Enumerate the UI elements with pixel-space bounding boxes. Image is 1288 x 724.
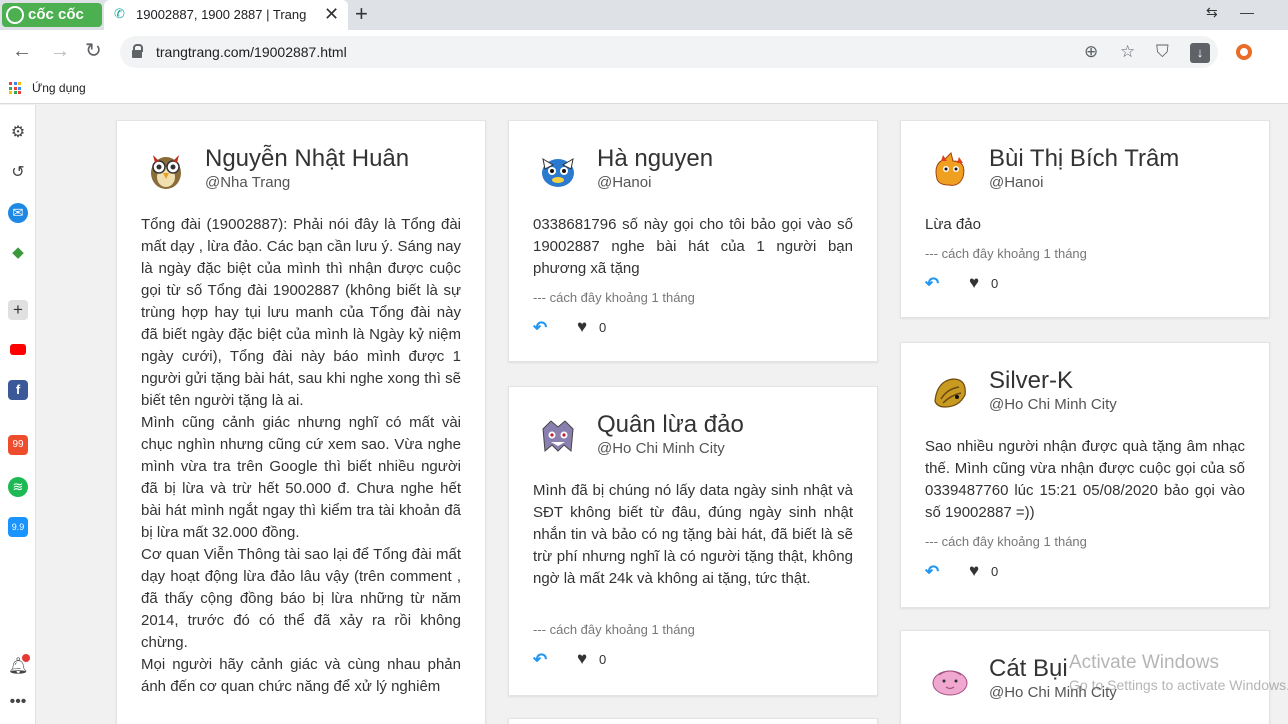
- reply-icon[interactable]: ↶: [925, 275, 939, 293]
- comment-paragraph: Cơ quan Viễn Thông tài sao lại để Tổng đ…: [141, 546, 461, 651]
- coccoc-logo-icon: [6, 6, 24, 24]
- history-icon[interactable]: ↺: [8, 163, 28, 183]
- reply-icon[interactable]: ↶: [533, 319, 547, 337]
- heart-icon[interactable]: ♥: [969, 274, 979, 292]
- comment-time: --- cách đây khoảng 1 tháng: [533, 290, 695, 305]
- notification-bell-icon[interactable]: 🔔︎: [8, 654, 30, 677]
- commenter-name: Quân lừa đảo: [597, 411, 744, 438]
- comment-text: Mình đã bị chúng nó lấy data ngày sinh n…: [533, 482, 853, 587]
- spotify-icon[interactable]: ≋: [8, 477, 28, 497]
- bookmark-star-icon[interactable]: ☆: [1120, 42, 1135, 62]
- activate-windows-hint: Go to Settings to activate Windows.: [1069, 677, 1288, 693]
- commenter-name: Hà nguyen: [597, 145, 714, 172]
- comment-card: [508, 718, 878, 724]
- shield-icon[interactable]: ⛉: [1156, 42, 1169, 62]
- forward-button[interactable]: →: [50, 40, 70, 62]
- tiki-icon[interactable]: 9.9: [8, 517, 28, 537]
- comment-paragraph: Mình cũng cảnh giác nhưng nghĩ có mất và…: [141, 414, 461, 541]
- commenter-location: @Ho Chi Minh City: [989, 396, 1117, 413]
- comment-card: Silver-K @Ho Chi Minh City Sao nhiều ngư…: [900, 342, 1270, 608]
- commenter-location: @Hanoi: [597, 174, 652, 191]
- reply-icon[interactable]: ↶: [925, 563, 939, 581]
- like-count: 0: [991, 276, 999, 291]
- reply-icon[interactable]: ↶: [533, 651, 547, 669]
- comment-paragraph: Mọi người hãy cảnh giác và cùng nhau phả…: [141, 656, 461, 695]
- apps-grid-icon[interactable]: [9, 82, 21, 94]
- commenter-name: Cát Bụi: [989, 655, 1068, 682]
- game-controller-icon[interactable]: ◆: [8, 243, 28, 263]
- window-minimize-icon[interactable]: —: [1240, 4, 1254, 20]
- like-count: 0: [991, 564, 999, 579]
- heart-icon[interactable]: ♥: [577, 318, 587, 336]
- browser-sidebar: ⚙ ↺ ✉ ◆ + f 99 ≋ 9.9 🔔︎ •••: [0, 105, 36, 724]
- commenter-location: @Nha Trang: [205, 174, 291, 191]
- tab-strip: cốc cốc ✆ 19002887, 1900 2887 | Trang ✕ …: [0, 0, 1288, 30]
- new-tab-button[interactable]: +: [355, 2, 368, 26]
- reload-button[interactable]: ↻: [85, 40, 102, 62]
- comment-text: Tổng đài (19002887): Phải nói đây là Tổn…: [141, 214, 461, 698]
- download-icon[interactable]: ↓: [1190, 43, 1210, 63]
- coccoc-logo[interactable]: cốc cốc: [2, 3, 102, 27]
- comment-text: 0338681796 số này gọi cho tôi bảo gọi và…: [533, 216, 853, 277]
- brand-label: cốc cốc: [28, 6, 84, 23]
- like-count: 0: [599, 652, 607, 667]
- comment-card: Bùi Thị Bích Trâm @Hanoi Lừa đảo --- các…: [900, 120, 1270, 318]
- fire-bird-avatar-icon: [935, 152, 965, 186]
- heart-icon[interactable]: ♥: [577, 650, 587, 668]
- add-icon[interactable]: ⊕: [1084, 42, 1098, 62]
- extension-icon[interactable]: [1236, 44, 1252, 60]
- phone-favicon-icon: ✆: [114, 6, 125, 21]
- tab-close-icon[interactable]: ✕: [324, 4, 339, 24]
- page-content: Nguyễn Nhật Huân @Nha Trang Tổng đài (19…: [37, 105, 1288, 724]
- like-count: 0: [599, 320, 607, 335]
- commenter-name: Bùi Thị Bích Trâm: [989, 145, 1180, 172]
- activate-windows-watermark: Activate Windows: [1069, 652, 1219, 673]
- commenter-name: Silver-K: [989, 367, 1074, 394]
- comment-card: Hà nguyen @Hanoi 0338681796 số này gọi c…: [508, 120, 878, 362]
- facebook-icon[interactable]: f: [8, 380, 28, 400]
- back-button[interactable]: ←: [12, 40, 32, 62]
- lock-icon: [132, 44, 143, 58]
- settings-gear-icon[interactable]: ⚙: [8, 123, 28, 143]
- messenger-icon[interactable]: ✉: [8, 203, 28, 223]
- comment-card: Quân lừa đảo @Ho Chi Minh City Mình đã b…: [508, 386, 878, 696]
- pink-blob-avatar-icon: [932, 670, 968, 696]
- comment-paragraph: Tổng đài (19002887): Phải nói đây là Tổn…: [141, 216, 461, 409]
- youtube-icon[interactable]: [8, 340, 28, 360]
- comment-card: Nguyễn Nhật Huân @Nha Trang Tổng đài (19…: [116, 120, 486, 724]
- comment-text: Sao nhiều người nhận được quà tặng âm nh…: [925, 438, 1245, 521]
- comment-time: --- cách đây khoảng 1 tháng: [925, 246, 1087, 261]
- address-toolbar: ← → ↻ trangtrang.com/19002887.html ⊕ ☆ ⛉…: [0, 30, 1288, 74]
- comment-text: Lừa đảo: [925, 216, 981, 233]
- window-restore-icon[interactable]: ⇆: [1206, 4, 1218, 21]
- comment-time: --- cách đây khoảng 1 tháng: [925, 534, 1087, 549]
- tab-active[interactable]: ✆ 19002887, 1900 2887 | Trang ✕: [104, 0, 348, 30]
- owl-avatar-icon: [151, 155, 181, 189]
- commenter-location: @Ho Chi Minh City: [597, 440, 725, 457]
- shopee-icon[interactable]: 99: [8, 435, 28, 455]
- comment-time: --- cách đây khoảng 1 tháng: [533, 622, 695, 637]
- shell-avatar-icon: [934, 378, 966, 408]
- blue-bird-avatar-icon: [542, 157, 574, 187]
- heart-icon[interactable]: ♥: [969, 562, 979, 580]
- bookmarks-bar: Ứng dụng: [0, 74, 1288, 104]
- apps-label[interactable]: Ứng dụng: [32, 81, 86, 95]
- tab-title: 19002887, 1900 2887 | Trang: [136, 7, 307, 22]
- ghost-avatar-icon: [542, 420, 574, 453]
- address-bar[interactable]: trangtrang.com/19002887.html ⊕ ☆ ⛉: [120, 36, 1218, 68]
- commenter-name: Nguyễn Nhật Huân: [205, 145, 410, 172]
- commenter-location: @Hanoi: [989, 174, 1044, 191]
- more-options-icon[interactable]: •••: [8, 694, 28, 715]
- url-text[interactable]: trangtrang.com/19002887.html: [156, 44, 347, 60]
- add-sidebar-item-icon[interactable]: +: [8, 300, 28, 320]
